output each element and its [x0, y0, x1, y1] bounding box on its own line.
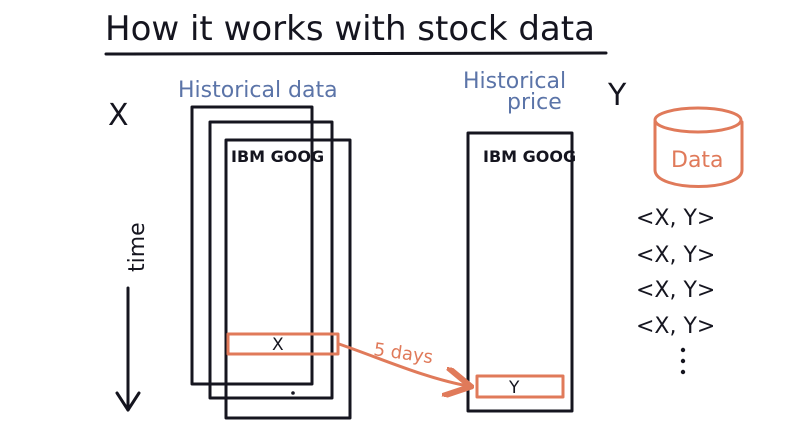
historical-data-label: Historical data [178, 78, 338, 103]
title-underline [104, 51, 608, 56]
ellipsis-dot-1 [680, 347, 686, 353]
historical-price-label-line2: price [507, 90, 562, 115]
left-table-header: IBM GOOG [231, 147, 324, 166]
database-cylinder-top [653, 106, 743, 134]
right-table-header: IBM GOOG [483, 147, 576, 166]
time-label: time [125, 222, 150, 272]
diagram-stage: How it works with stock data X Y time Hi… [0, 0, 800, 443]
pair-item-4: <X, Y> [636, 314, 715, 339]
ellipsis-dot-3 [680, 369, 686, 375]
price-sheet [466, 131, 574, 413]
x-feature-label: X [272, 335, 284, 355]
ellipsis-dot-2 [680, 358, 686, 364]
y-target-label: Y [508, 378, 520, 398]
y-axis-label: Y [607, 78, 627, 113]
diagram-canvas: How it works with stock data X Y time Hi… [104, 9, 744, 420]
page-title: How it works with stock data [105, 9, 595, 49]
database-label: Data [671, 148, 724, 173]
five-days-label: 5 days [372, 339, 434, 368]
pair-item-3: <X, Y> [636, 278, 715, 303]
x-axis-label: X [108, 98, 129, 133]
pair-item-1: <X, Y> [636, 206, 715, 231]
pair-item-2: <X, Y> [636, 243, 715, 268]
sheet-dot [291, 391, 295, 395]
y-target-row [475, 374, 565, 399]
